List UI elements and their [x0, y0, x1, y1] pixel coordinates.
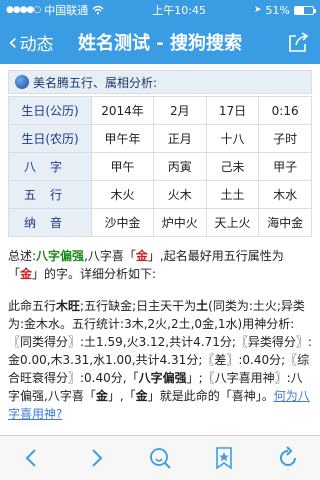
- bazi-cell: 子时: [258, 124, 312, 153]
- bazi-cell: 丙寅: [152, 152, 207, 181]
- main-content: 美名腾五行、属相分析: 生日(公历) 2014年 2月 17日 0:16 生日(农历) 甲午…: [0, 64, 320, 436]
- nav-bar: ‹ 动态 姓名测试 - 搜狗搜索: [0, 20, 320, 64]
- bazi-cell: 十八: [205, 124, 260, 153]
- bazi-cell: 木火: [91, 180, 154, 209]
- section-header: 美名腾五行、属相分析:: [8, 70, 312, 94]
- signal-icon: ●●●●○: [6, 5, 41, 15]
- refresh-icon: [280, 446, 296, 466]
- bazi-row: 生日(公历) 2014年 2月 17日 0:16: [8, 96, 312, 125]
- forward-nav-button[interactable]: [80, 442, 112, 474]
- bazi-cell: 己未: [205, 152, 260, 181]
- refresh-button[interactable]: [272, 442, 304, 474]
- chevron-left-icon: [25, 449, 36, 467]
- bazi-row-label: 纳音: [8, 208, 92, 237]
- bazi-cell: 2月: [152, 96, 207, 125]
- status-bar: ●●●●○ 中国联通 上午10:45 ➤ 51%: [0, 0, 320, 20]
- search-button[interactable]: [144, 442, 176, 474]
- bazi-row-label: 八字: [8, 152, 92, 181]
- back-nav-button[interactable]: [16, 442, 48, 474]
- summary-text: 总述:八字偏强,八字喜「金」,起名最好用五行属性为「金」的字。详细分析如下:: [8, 249, 284, 281]
- bookmark-button[interactable]: [208, 442, 240, 474]
- bazi-cell: 炉中火: [152, 208, 207, 237]
- search-icon: [150, 448, 171, 469]
- bazi-cell: 海中金: [258, 208, 312, 237]
- bazi-table: 生日(公历) 2014年 2月 17日 0:16 生日(农历) 甲午年 正月 十八 子时 八字 甲午丙…: [8, 96, 312, 237]
- bazi-cell: 甲子: [258, 152, 312, 181]
- bazi-cell: 火木: [152, 180, 207, 209]
- bottom-toolbar: [0, 435, 320, 480]
- location-icon: ➤: [254, 5, 262, 15]
- bazi-row-label: 五行: [8, 180, 92, 209]
- bazi-row: 八字 甲午 丙寅 己未 甲子: [8, 152, 312, 181]
- bazi-cell: 土土: [205, 180, 260, 209]
- bazi-cell: 正月: [152, 124, 207, 153]
- back-button[interactable]: ‹ 动态: [0, 30, 54, 55]
- yinyang-icon: [15, 75, 29, 89]
- bazi-row: 纳音 沙中金 炉中火 天上火 海中金: [8, 208, 312, 237]
- bazi-cell: 0:16: [258, 96, 312, 125]
- battery-icon: [294, 5, 316, 15]
- share-icon[interactable]: [286, 30, 310, 54]
- bazi-row: 生日(农历) 甲午年 正月 十八 子时: [8, 124, 312, 153]
- bazi-cell: 2014年: [91, 96, 154, 125]
- chevron-right-icon: [92, 449, 103, 467]
- bazi-cell: 甲午: [91, 152, 154, 181]
- chevron-left-icon: ‹: [8, 28, 18, 56]
- wifi-icon: [92, 5, 104, 15]
- bazi-cell: 17日: [205, 96, 260, 125]
- bazi-row: 五行 木火 火木 土土 木水: [8, 180, 312, 209]
- back-label: 动态: [19, 34, 54, 55]
- clock: 上午10:45: [152, 4, 206, 17]
- detail-text: 此命五行木旺;五行缺金;日主天干为土(同类为:土火;异类为:金木水。五行统计:3…: [8, 299, 312, 421]
- battery-percent: 51%: [265, 3, 290, 17]
- bookmark-star-icon: [216, 447, 232, 470]
- bazi-cell: 沙中金: [91, 208, 154, 237]
- bazi-row-label: 生日(农历): [8, 124, 92, 153]
- bazi-cell: 木水: [258, 180, 312, 209]
- bazi-row-label: 生日(公历): [8, 96, 92, 125]
- bazi-cell: 甲午年: [91, 124, 154, 153]
- bazi-cell: 天上火: [205, 208, 260, 237]
- section-title: 美名腾五行、属相分析:: [33, 75, 158, 90]
- carrier-label: 中国联通: [44, 4, 89, 17]
